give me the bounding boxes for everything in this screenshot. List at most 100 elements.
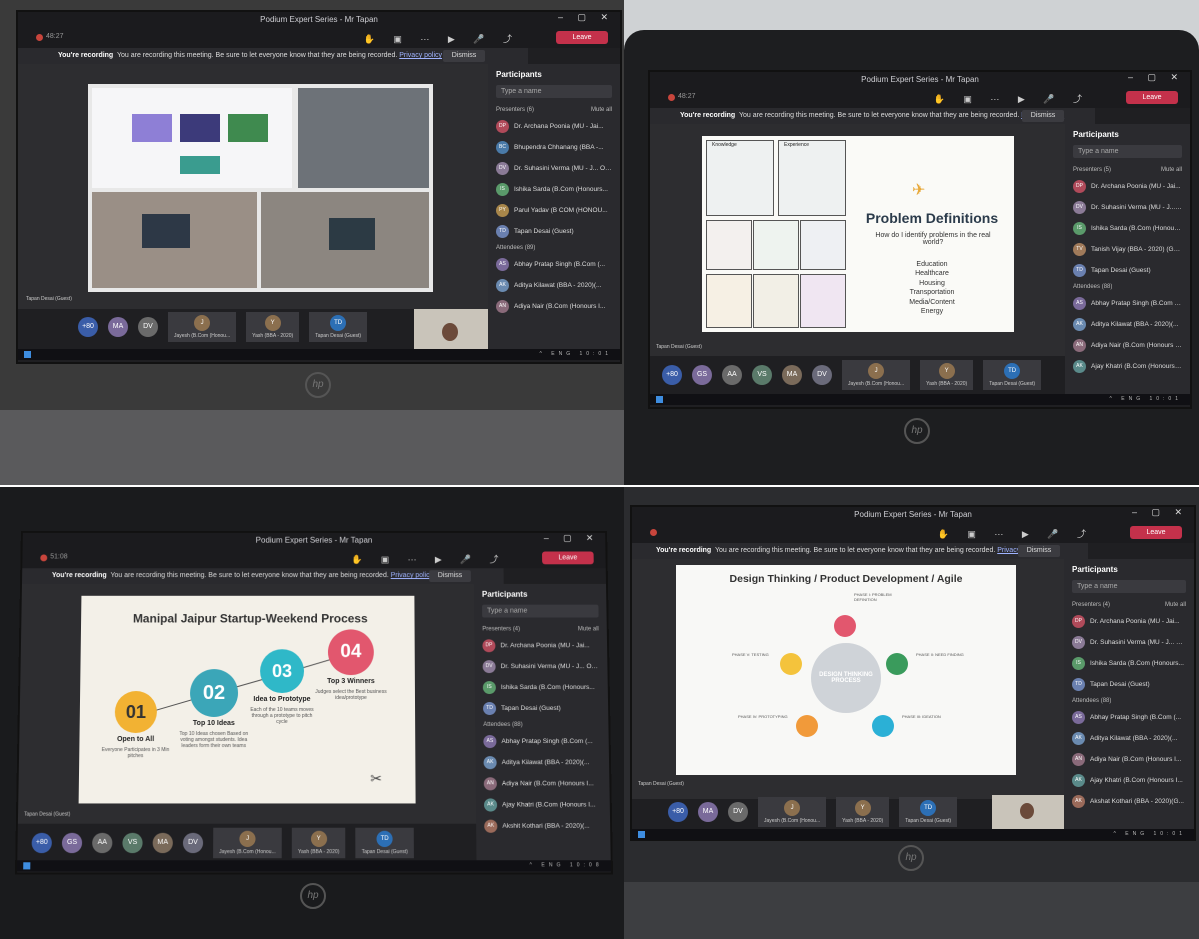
presenter-caption: Tapan Desai (Guest) <box>24 811 71 818</box>
participant-row[interactable]: IS Ishika Sarda (B.Com (Honours... <box>475 677 608 698</box>
participant-row[interactable]: IS Ishika Sarda (B.Com (Honours... <box>488 179 620 200</box>
scissors-icon: ✂ <box>370 770 383 787</box>
participant-row[interactable]: DV Dr. Suhasini Verma (MU - J... On hold <box>1065 197 1190 218</box>
avatar: IS <box>1073 222 1086 235</box>
gallery-avatar[interactable]: MA <box>152 832 173 854</box>
participant-name: Tapan Desai (Guest) <box>501 704 561 712</box>
participant-row[interactable]: DP Dr. Archana Poonia (MU - Jai... <box>1065 176 1190 197</box>
video-tile[interactable]: TD Tapan Desai (Guest) <box>899 797 958 827</box>
window-controls[interactable]: – ▢ ✕ <box>544 533 600 544</box>
leave-button[interactable]: Leave <box>541 551 594 565</box>
dismiss-button[interactable]: Dismiss <box>1022 110 1064 122</box>
toolbar-icons[interactable]: ✋ ▣ ⋯ ▶ 🎤 ⤴ <box>351 553 506 566</box>
leave-button[interactable]: Leave <box>1126 91 1178 104</box>
start-icon[interactable] <box>638 831 645 838</box>
participant-row[interactable]: AK Ajay Khatri (B.Com (Honours I... <box>476 794 610 815</box>
participant-row[interactable]: TD Tapan Desai (Guest) <box>1064 674 1194 695</box>
dismiss-button[interactable]: Dismiss <box>1018 545 1060 557</box>
participant-name: Ajay Khatri (B.Com (Honours I... <box>502 801 596 809</box>
gallery-avatar[interactable]: +80 <box>78 317 98 337</box>
participant-row[interactable]: DV Dr. Suhasini Verma (MU - J... On hold <box>488 158 620 179</box>
gallery-avatar[interactable]: MA <box>108 317 128 337</box>
participant-row[interactable]: AN Adiya Nair (B.Com (Honours I... <box>488 296 620 317</box>
video-tile[interactable]: TD Tapan Desai (Guest) <box>355 827 414 859</box>
gallery-avatar[interactable]: GS <box>61 832 83 854</box>
window-controls[interactable]: – ▢ ✕ <box>558 12 614 23</box>
gallery-avatar[interactable]: AA <box>722 365 742 385</box>
video-tile[interactable]: TD Tapan Desai (Guest) <box>309 312 368 342</box>
window-controls[interactable]: – ▢ ✕ <box>1128 72 1184 83</box>
gallery-avatar[interactable]: +80 <box>662 365 682 385</box>
tile-avatar: Y <box>264 315 281 331</box>
gallery-avatar[interactable]: GS <box>692 365 712 385</box>
participant-row[interactable]: IS Ishika Sarda (B.Com (Honours... <box>1064 653 1194 674</box>
participant-row[interactable]: TD Tapan Desai (Guest) <box>488 221 620 242</box>
participants-title: Participants <box>496 70 542 79</box>
start-icon[interactable] <box>24 351 31 358</box>
video-tile[interactable]: J Jayesh (B.Com (Honou... <box>842 360 911 390</box>
participant-row[interactable]: AK Akshit Kothari (BBA - 2020)(... <box>476 816 610 837</box>
toolbar-icons[interactable]: ✋ ▣ ⋯ ▶ 🎤 ⤴ <box>934 92 1090 105</box>
participant-row[interactable]: AS Abhay Pratap Singh (B.Com (... <box>488 254 620 275</box>
gallery-avatar[interactable]: AA <box>92 832 113 854</box>
participant-row[interactable]: AK Akshat Kothari (BBA - 2020)(G... <box>1064 791 1194 812</box>
gallery-avatar[interactable]: VS <box>122 832 143 854</box>
gallery-avatar[interactable]: MA <box>698 802 718 822</box>
participant-row[interactable]: DP Dr. Archana Poonia (MU - Jai... <box>488 116 620 137</box>
participant-row[interactable]: DP Dr. Archana Poonia (MU - Jai... <box>474 635 607 656</box>
participant-row[interactable]: AS Abhay Pratap Singh (B.Com (... <box>1064 707 1194 728</box>
participant-row[interactable]: AK Aditya Kilawat (BBA - 2020)(... <box>475 752 609 773</box>
video-tile[interactable]: J Jayesh (B.Com (Honou... <box>758 797 827 827</box>
leave-button[interactable]: Leave <box>1130 526 1182 539</box>
video-tile[interactable]: Y Yash (BBA - 2020) <box>836 797 890 827</box>
participant-row[interactable]: BC Bhupendra Chhanang (BBA -... <box>488 137 620 158</box>
toolbar-icons[interactable]: ✋ ▣ ⋯ ▶ 🎤 ⤴ <box>364 32 520 45</box>
window-controls[interactable]: – ▢ ✕ <box>1132 507 1188 518</box>
start-icon[interactable] <box>23 862 31 870</box>
participant-row[interactable]: IS Ishika Sarda (B.Com (Honours... <box>1065 218 1190 239</box>
participant-search[interactable]: Type a name <box>496 85 612 98</box>
gallery-avatar[interactable]: DV <box>728 802 748 822</box>
participant-search[interactable]: Type a name <box>482 604 599 618</box>
participant-row[interactable]: PY Parul Yadav (B COM (HONOU... <box>488 200 620 221</box>
participant-row[interactable]: DP Dr. Archana Poonia (MU - Jai... <box>1064 611 1194 632</box>
gallery-avatar[interactable]: DV <box>138 317 158 337</box>
gallery-avatar[interactable]: MA <box>782 365 802 385</box>
participant-search[interactable]: Type a name <box>1073 145 1182 158</box>
participant-row[interactable]: AK Ajay Khatri (B.Com (Honours I... <box>1065 356 1190 377</box>
participant-row[interactable]: AK Ajay Khatri (B.Com (Honours I... <box>1064 770 1194 791</box>
participant-row[interactable]: AS Abhay Pratap Singh (B.Com (... <box>475 731 609 752</box>
step-description: Each of the 10 teams moves through a pro… <box>250 706 314 726</box>
dismiss-button[interactable]: Dismiss <box>443 50 485 62</box>
participant-row[interactable]: AK Aditya Kilawat (BBA - 2020)(... <box>488 275 620 296</box>
gallery-avatar[interactable]: VS <box>752 365 772 385</box>
participant-row[interactable]: TV Tanish Vijay (BBA - 2020) (Gu... <box>1065 239 1190 260</box>
gallery-avatar[interactable]: +80 <box>668 802 688 822</box>
video-tile[interactable]: J Jayesh (B.Com (Honou... <box>213 827 282 859</box>
participant-row[interactable]: AN Adiya Nair (B.Com (Honours I... <box>1064 749 1194 770</box>
participant-search[interactable]: Type a name <box>1072 580 1186 593</box>
participant-row[interactable]: TD Tapan Desai (Guest) <box>475 698 608 719</box>
participant-row[interactable]: AK Aditya Kilawat (BBA - 2020)(... <box>1065 314 1190 335</box>
participant-row[interactable]: DV Dr. Suhasini Verma (MU - J... On hold <box>475 656 608 677</box>
video-tile[interactable]: TD Tapan Desai (Guest) <box>983 360 1042 390</box>
video-tile[interactable]: J Jayesh (B.Com (Honou... <box>168 312 237 342</box>
leave-button[interactable]: Leave <box>556 31 608 44</box>
meeting-toolbar: 51:08 ✋ ▣ ⋯ ▶ 🎤 ⤴ Leave <box>22 548 606 569</box>
video-tile[interactable]: Y Yash (BBA - 2020) <box>246 312 300 342</box>
participant-row[interactable]: AS Abhay Pratap Singh (B.Com (... <box>1065 293 1190 314</box>
participant-row[interactable]: AN Adiya Nair (B.Com (Honours I... <box>476 773 610 794</box>
participant-row[interactable]: TD Tapan Desai (Guest) <box>1065 260 1190 281</box>
participant-row[interactable]: AN Adiya Nair (B.Com (Honours I... <box>1065 335 1190 356</box>
participant-row[interactable]: DV Dr. Suhasini Verma (MU - J... On hold <box>1064 632 1194 653</box>
gallery-avatar[interactable]: DV <box>812 365 832 385</box>
participant-name: Ajay Khatri (B.Com (Honours I... <box>1091 363 1182 370</box>
gallery-avatar[interactable]: +80 <box>31 832 53 854</box>
gallery-avatar[interactable]: DV <box>182 832 204 854</box>
dismiss-button[interactable]: Dismiss <box>429 570 471 582</box>
video-tile[interactable]: Y Yash (BBA - 2020) <box>291 827 346 859</box>
video-tile[interactable]: Y Yash (BBA - 2020) <box>920 360 974 390</box>
participant-row[interactable]: AK Aditya Kilawat (BBA - 2020)(... <box>1064 728 1194 749</box>
toolbar-icons[interactable]: ✋ ▣ ⋯ ▶ 🎤 ⤴ <box>938 527 1094 540</box>
start-icon[interactable] <box>656 396 663 403</box>
